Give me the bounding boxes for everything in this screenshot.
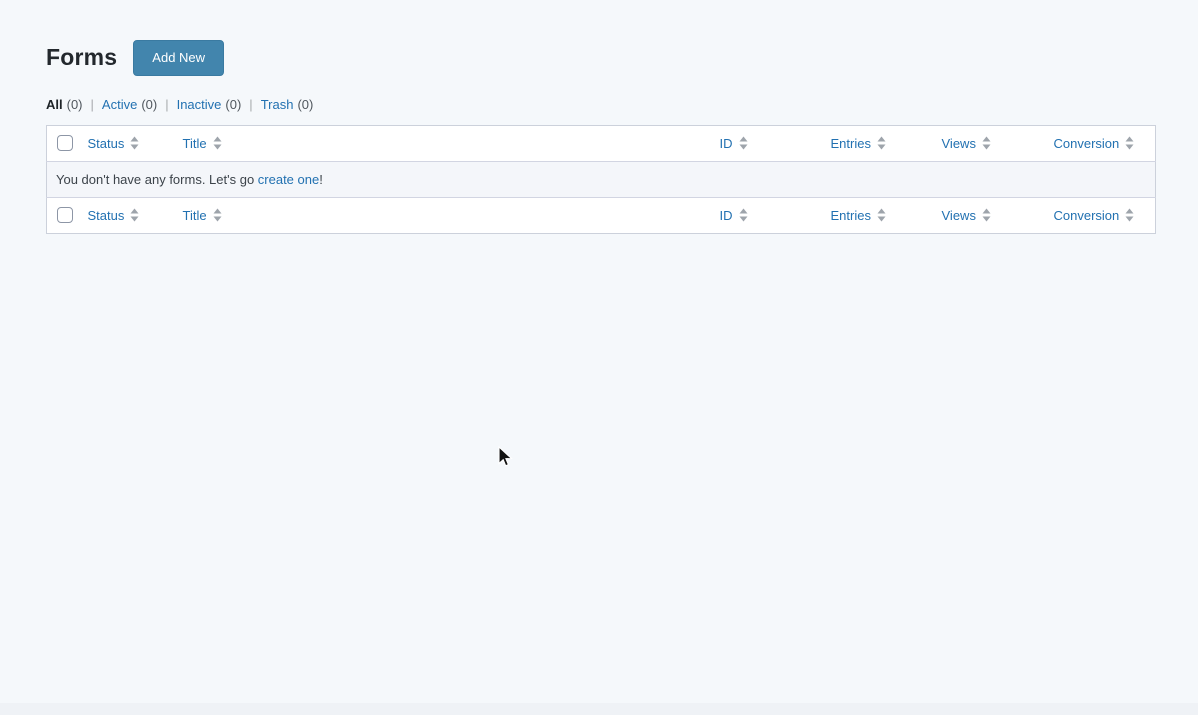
page-header: Forms Add New (46, 40, 1155, 76)
table-header: Status Title ID Entries Views Conversion (47, 125, 1156, 161)
column-footer-status[interactable]: Status (88, 208, 140, 223)
column-header-entries[interactable]: Entries (831, 136, 886, 151)
filter-trash-link[interactable]: Trash(0) (261, 97, 314, 112)
filter-separator: | (165, 97, 168, 112)
filter-all-link[interactable]: All (0) (46, 97, 83, 112)
bottom-band (0, 703, 1198, 715)
column-header-status[interactable]: Status (88, 136, 140, 151)
filter-label: Trash (261, 97, 294, 112)
filter-label: All (46, 97, 63, 112)
column-label: Views (942, 208, 976, 223)
filter-active-link[interactable]: Active (0) (102, 97, 157, 112)
sort-icon (877, 136, 886, 150)
filter-inactive-link[interactable]: Inactive(0) (177, 97, 242, 112)
sort-icon (213, 136, 222, 150)
empty-state-text: You don't have any forms. Let's go (56, 172, 258, 187)
filter-label: Active (102, 97, 137, 112)
column-label: Views (942, 136, 976, 151)
table-footer-row: Status Title ID Entries Views Conversion (47, 197, 1156, 233)
column-header-views[interactable]: Views (942, 136, 991, 151)
table-header-row: Status Title ID Entries Views Conversion (47, 125, 1156, 161)
empty-state-row: You don't have any forms. Let's go creat… (47, 161, 1156, 197)
forms-table: Status Title ID Entries Views Conversion… (46, 125, 1156, 234)
column-footer-id[interactable]: ID (720, 208, 748, 223)
column-footer-conversion[interactable]: Conversion (1054, 208, 1135, 223)
filter-label: Inactive (177, 97, 222, 112)
column-label: Status (88, 208, 125, 223)
mouse-cursor (497, 446, 513, 473)
sort-icon (982, 208, 991, 222)
sort-icon (130, 208, 139, 222)
column-footer-title[interactable]: Title (183, 208, 222, 223)
column-label: ID (720, 208, 733, 223)
column-header-title[interactable]: Title (183, 136, 222, 151)
select-all-checkbox-footer[interactable] (57, 207, 73, 223)
column-label: Entries (831, 136, 871, 151)
table-footer: Status Title ID Entries Views Conversion (47, 197, 1156, 233)
sort-icon (130, 136, 139, 150)
column-label: Title (183, 208, 207, 223)
column-label: ID (720, 136, 733, 151)
column-label: Entries (831, 208, 871, 223)
filter-count: (0) (67, 97, 83, 112)
column-footer-views[interactable]: Views (942, 208, 991, 223)
filter-count: (0) (225, 97, 241, 112)
create-one-link[interactable]: create one (258, 172, 319, 187)
sort-icon (1125, 136, 1134, 150)
sort-icon (739, 136, 748, 150)
column-label: Title (183, 136, 207, 151)
sort-icon (982, 136, 991, 150)
select-all-checkbox[interactable] (57, 135, 73, 151)
column-header-id[interactable]: ID (720, 136, 748, 151)
column-header-conversion[interactable]: Conversion (1054, 136, 1135, 151)
filter-bar: All(0) | Active(0) | Inactive(0) | Trash… (46, 97, 1155, 112)
column-footer-entries[interactable]: Entries (831, 208, 886, 223)
table-body: You don't have any forms. Let's go creat… (47, 161, 1156, 197)
empty-state-text-suffix: ! (319, 172, 323, 187)
sort-icon (739, 208, 748, 222)
filter-count: (0) (297, 97, 313, 112)
column-label: Conversion (1054, 208, 1120, 223)
sort-icon (877, 208, 886, 222)
filter-separator: | (249, 97, 252, 112)
filter-count: (0) (141, 97, 157, 112)
column-label: Status (88, 136, 125, 151)
sort-icon (213, 208, 222, 222)
forms-page: Forms Add New All (0) | Active (0) | Inact… (0, 0, 1198, 234)
page-title: Forms (46, 43, 117, 73)
add-new-button[interactable]: Add New (133, 40, 224, 76)
sort-icon (1125, 208, 1134, 222)
filter-separator: | (91, 97, 94, 112)
column-label: Conversion (1054, 136, 1120, 151)
